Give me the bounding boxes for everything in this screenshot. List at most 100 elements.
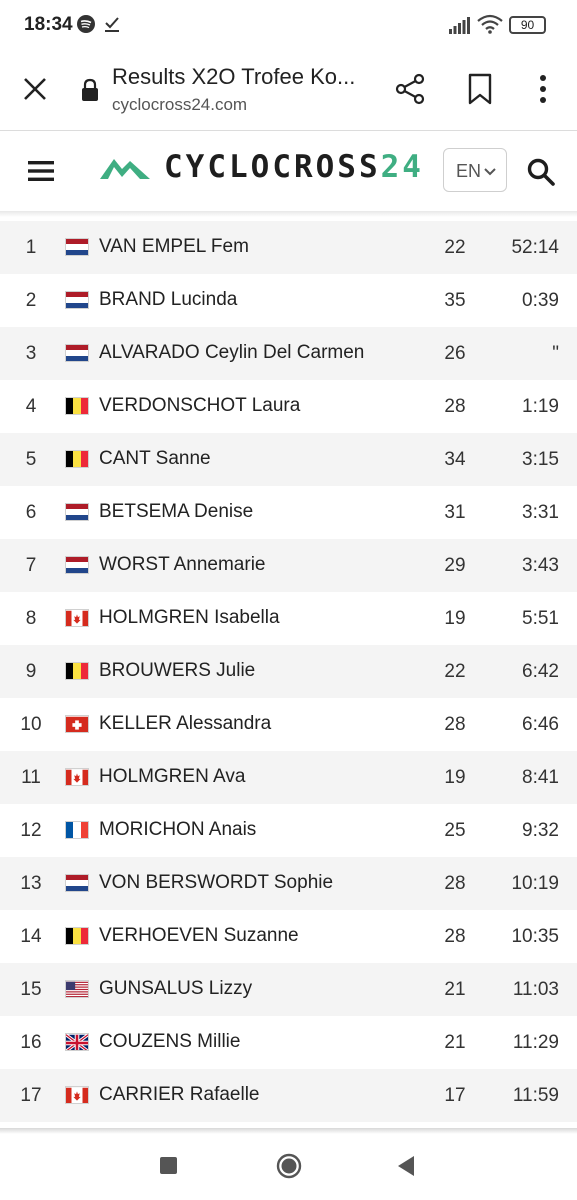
- menu-icon[interactable]: [28, 159, 56, 183]
- bookmark-icon[interactable]: [465, 72, 495, 106]
- rider-name[interactable]: VON BERSWORDT Sophie: [99, 872, 333, 894]
- search-icon[interactable]: [526, 157, 556, 187]
- result-position: 12: [20, 820, 42, 841]
- rider-age: 31: [444, 502, 466, 523]
- more-icon[interactable]: [530, 72, 556, 106]
- rider-name[interactable]: BROUWERS Julie: [99, 660, 255, 682]
- result-row[interactable]: 15 GUNSALUS Lizzy 21 11:03: [0, 963, 577, 1016]
- results-table: 1 VAN EMPEL Fem 22 52:14 2 BRAND Lucinda 35 0:3…: [0, 221, 577, 1122]
- result-row[interactable]: 8 HOLMGREN Isabella 19 5:51: [0, 592, 577, 645]
- result-time: ": [552, 343, 559, 364]
- result-time: 11:59: [512, 1085, 559, 1106]
- language-value: EN: [456, 161, 482, 181]
- result-row[interactable]: 14 VERHOEVEN Suzanne 28 10:35: [0, 910, 577, 963]
- result-time: 3:31: [522, 502, 559, 523]
- rider-age: 28: [444, 873, 466, 894]
- result-row[interactable]: 7 WORST Annemarie 29 3:43: [0, 539, 577, 592]
- rider-name[interactable]: MORICHON Anais: [99, 819, 256, 841]
- signal-icon: [449, 17, 470, 34]
- result-time: 0:39: [522, 290, 559, 311]
- spotify-icon: [77, 15, 95, 33]
- flag-icon: [65, 238, 89, 256]
- result-position: 3: [25, 343, 37, 364]
- logo-mountain-icon[interactable]: [100, 153, 150, 183]
- rider-name[interactable]: VERDONSCHOT Laura: [99, 395, 300, 417]
- flag-icon: [65, 662, 89, 680]
- check-download-icon: [105, 17, 119, 32]
- chevron-down-icon: [484, 168, 496, 176]
- result-row[interactable]: 6 BETSEMA Denise 31 3:31: [0, 486, 577, 539]
- rider-name[interactable]: ALVARADO Ceylin Del Carmen: [99, 342, 364, 364]
- rider-age: 34: [444, 449, 466, 470]
- browser-toolbar: Results X2O Trofee Ko... cyclocross24.co…: [0, 52, 577, 130]
- rider-name[interactable]: GUNSALUS Lizzy: [99, 978, 252, 1000]
- rider-name[interactable]: VERHOEVEN Suzanne: [99, 925, 299, 947]
- back-icon[interactable]: [396, 1154, 416, 1178]
- home-icon[interactable]: [276, 1153, 302, 1179]
- rider-age: 28: [444, 926, 466, 947]
- rider-name[interactable]: CANT Sanne: [99, 448, 211, 470]
- result-position: 11: [21, 767, 41, 788]
- result-row[interactable]: 1 VAN EMPEL Fem 22 52:14: [0, 221, 577, 274]
- page-url[interactable]: cyclocross24.com: [112, 95, 247, 115]
- result-row[interactable]: 10 KELLER Alessandra 28 6:46: [0, 698, 577, 751]
- rider-age: 35: [444, 290, 466, 311]
- logo-text: CYCLOCROSS: [164, 149, 381, 185]
- rider-name[interactable]: BETSEMA Denise: [99, 501, 253, 523]
- result-time: 10:19: [511, 873, 559, 894]
- flag-icon: [65, 980, 89, 998]
- flag-icon: [65, 874, 89, 892]
- result-position: 8: [25, 608, 37, 629]
- flag-icon: [65, 768, 89, 786]
- rider-age: 19: [444, 767, 466, 788]
- recents-icon[interactable]: [160, 1157, 177, 1174]
- close-icon[interactable]: [20, 74, 50, 104]
- result-time: 5:51: [522, 608, 559, 629]
- flag-icon: [65, 609, 89, 627]
- result-row[interactable]: 4 VERDONSCHOT Laura 28 1:19: [0, 380, 577, 433]
- rider-name[interactable]: BRAND Lucinda: [99, 289, 237, 311]
- flag-icon: [65, 397, 89, 415]
- wifi-icon: [477, 14, 503, 34]
- result-row[interactable]: 12 MORICHON Anais 25 9:32: [0, 804, 577, 857]
- result-position: 9: [25, 661, 37, 682]
- flag-icon: [65, 927, 89, 945]
- result-row[interactable]: 17 CARRIER Rafaelle 17 11:59: [0, 1069, 577, 1122]
- rider-age: 25: [444, 820, 466, 841]
- battery-level: 90: [520, 18, 535, 32]
- result-position: 17: [20, 1085, 42, 1106]
- result-time: 52:14: [511, 237, 559, 258]
- result-row[interactable]: 9 BROUWERS Julie 22 6:42: [0, 645, 577, 698]
- site-logo[interactable]: CYCLOCROSS24: [164, 149, 424, 185]
- flag-icon: [65, 821, 89, 839]
- page-title[interactable]: Results X2O Trofee Ko...: [112, 64, 355, 90]
- rider-name[interactable]: HOLMGREN Ava: [99, 766, 245, 788]
- result-time: 3:43: [522, 555, 559, 576]
- result-row[interactable]: 13 VON BERSWORDT Sophie 28 10:19: [0, 857, 577, 910]
- rider-name[interactable]: WORST Annemarie: [99, 554, 265, 576]
- rider-name[interactable]: CARRIER Rafaelle: [99, 1084, 260, 1106]
- result-row[interactable]: 5 CANT Sanne 34 3:15: [0, 433, 577, 486]
- result-position: 13: [20, 873, 42, 894]
- flag-icon: [65, 715, 89, 733]
- rider-name[interactable]: VAN EMPEL Fem: [99, 236, 249, 258]
- result-row[interactable]: 2 BRAND Lucinda 35 0:39: [0, 274, 577, 327]
- result-time: 11:03: [512, 979, 559, 1000]
- result-row[interactable]: 3 ALVARADO Ceylin Del Carmen 26 ": [0, 327, 577, 380]
- result-row[interactable]: 11 HOLMGREN Ava 19 8:41: [0, 751, 577, 804]
- status-time: 18:34: [24, 14, 73, 35]
- system-nav-bar: [0, 1134, 577, 1200]
- result-position: 16: [20, 1032, 42, 1053]
- result-time: 6:42: [522, 661, 559, 682]
- language-select[interactable]: EN: [443, 148, 507, 192]
- battery-icon: 90: [509, 16, 546, 34]
- result-position: 1: [25, 237, 37, 258]
- rider-age: 19: [444, 608, 466, 629]
- rider-age: 28: [444, 714, 466, 735]
- result-position: 15: [20, 979, 42, 1000]
- rider-name[interactable]: KELLER Alessandra: [99, 713, 271, 735]
- rider-name[interactable]: HOLMGREN Isabella: [99, 607, 280, 629]
- result-row[interactable]: 16 COUZENS Millie 21 11:29: [0, 1016, 577, 1069]
- rider-name[interactable]: COUZENS Millie: [99, 1031, 240, 1053]
- share-icon[interactable]: [393, 72, 427, 106]
